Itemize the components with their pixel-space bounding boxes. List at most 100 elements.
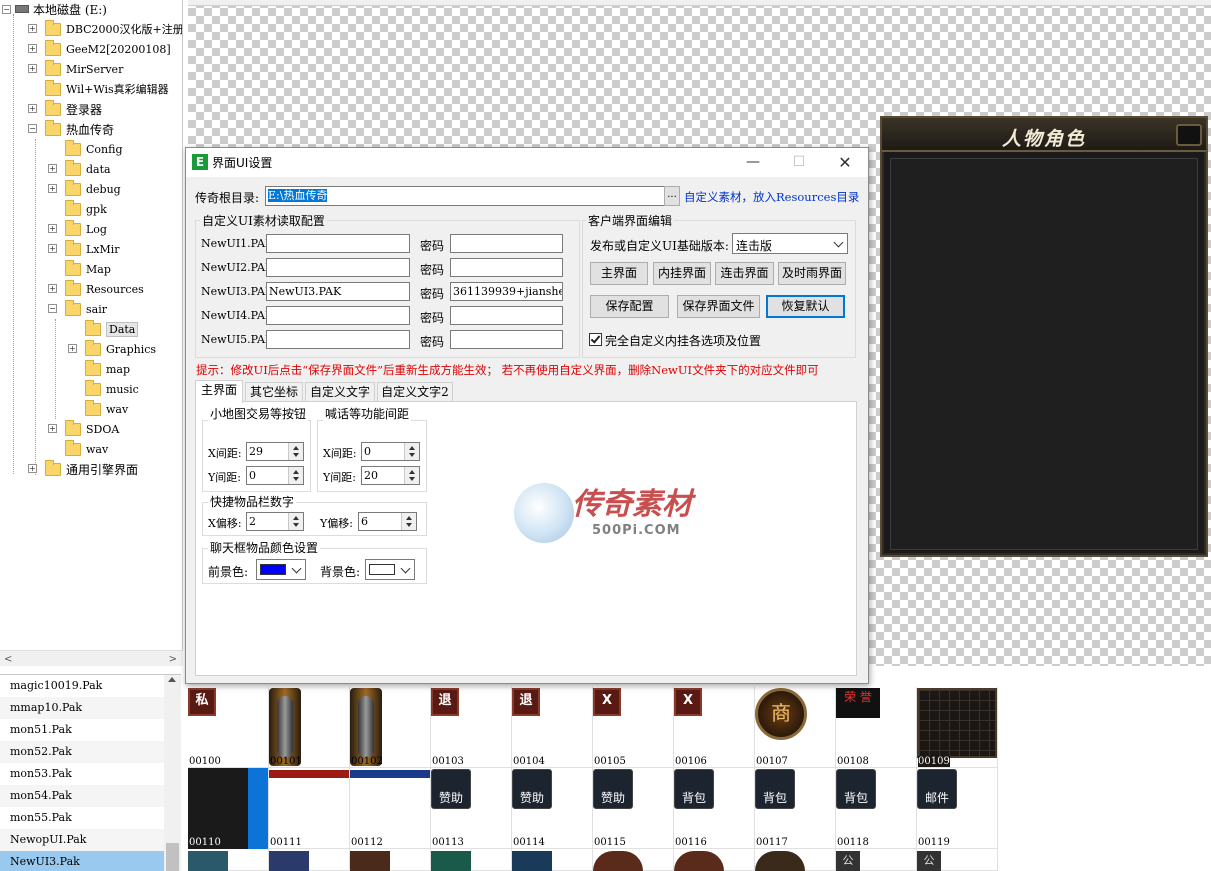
pak1-input[interactable] bbox=[266, 234, 410, 253]
sprite-cell[interactable]: 公 bbox=[836, 849, 917, 871]
minimap-x-stepper[interactable]: 29 bbox=[246, 442, 304, 461]
tree-item[interactable]: + SDOA bbox=[48, 419, 119, 438]
scroll-up-icon[interactable] bbox=[168, 677, 176, 682]
sprite-cell[interactable]: 私 00100 bbox=[188, 687, 269, 768]
tree-item[interactable]: gpk bbox=[50, 199, 107, 218]
tab-custom-text[interactable]: 自定义文字 bbox=[305, 382, 375, 402]
tab-main-ui[interactable]: 主界面 bbox=[195, 380, 243, 403]
combo-ui-button[interactable]: 连击界面 bbox=[715, 262, 774, 285]
sprite-cell[interactable]: 退 00103 bbox=[431, 687, 512, 768]
quickbar-y-stepper[interactable]: 6 bbox=[358, 512, 417, 531]
pak5-input[interactable] bbox=[266, 330, 410, 349]
background-color-select[interactable] bbox=[365, 559, 415, 580]
tree-item[interactable]: − sair bbox=[48, 299, 107, 318]
sprite-cell[interactable] bbox=[431, 849, 512, 871]
pak4-input[interactable] bbox=[266, 306, 410, 325]
tree-item[interactable]: + Graphics bbox=[68, 339, 156, 358]
spin-arrows-icon[interactable] bbox=[404, 443, 419, 460]
restore-default-button[interactable]: 恢复默认 bbox=[766, 295, 845, 318]
list-item[interactable]: mon55.Pak bbox=[0, 807, 164, 829]
tree-item[interactable]: wav bbox=[50, 439, 108, 458]
scroll-left-icon[interactable]: < bbox=[4, 654, 12, 665]
list-item-selected[interactable]: NewUI3.Pak bbox=[0, 851, 164, 871]
foreground-color-select[interactable] bbox=[256, 559, 306, 580]
tree-item[interactable]: map bbox=[70, 359, 130, 378]
sprite-cell[interactable]: 背包 00117 bbox=[755, 768, 836, 849]
pak2-password-input[interactable] bbox=[450, 258, 563, 277]
folder-tree[interactable]: − 本地磁盘 (E:) + DBC2000汉化版+注册机 + GeeM2[20200… bbox=[0, 0, 183, 650]
pak5-password-input[interactable] bbox=[450, 330, 563, 349]
shout-y-stepper[interactable]: 20 bbox=[361, 466, 420, 485]
sprite-cell[interactable]: 赞助 00115 bbox=[593, 768, 674, 849]
save-config-button[interactable]: 保存配置 bbox=[590, 295, 669, 318]
root-dir-input[interactable]: E:\热血传奇 bbox=[265, 186, 665, 206]
tab-custom-text-2[interactable]: 自定义文字2 bbox=[377, 382, 453, 402]
sprite-cell[interactable]: 退 00104 bbox=[512, 687, 593, 768]
sprite-cell[interactable] bbox=[188, 849, 269, 871]
spin-arrows-icon[interactable] bbox=[401, 513, 416, 530]
quickbar-x-stepper[interactable]: 2 bbox=[246, 512, 304, 531]
tree-item[interactable]: + 登录器 bbox=[28, 99, 102, 118]
tab-other-coords[interactable]: 其它坐标 bbox=[245, 382, 303, 402]
sprite-cell[interactable] bbox=[674, 849, 755, 871]
sprite-cell[interactable]: 00102 bbox=[350, 687, 431, 768]
tree-item[interactable]: + 通用引擎界面 bbox=[28, 459, 138, 478]
spin-arrows-icon[interactable] bbox=[288, 467, 303, 484]
custom-material-link[interactable]: 自定义素材，放入Resources目录 bbox=[684, 189, 859, 205]
tree-item[interactable]: music bbox=[70, 379, 139, 398]
sprite-cell[interactable] bbox=[593, 849, 674, 871]
sprite-cell[interactable] bbox=[269, 849, 350, 871]
list-item[interactable]: NewopUI.Pak bbox=[0, 829, 164, 851]
spin-arrows-icon[interactable] bbox=[404, 467, 419, 484]
pak-file-list[interactable]: magic10019.Pak mmap10.Pak mon51.Pak mon5… bbox=[0, 674, 181, 871]
tree-horizontal-scrollbar[interactable]: < > bbox=[0, 650, 183, 666]
pak4-password-input[interactable] bbox=[450, 306, 563, 325]
tree-item[interactable]: Config bbox=[50, 139, 123, 158]
sprite-cell[interactable]: 00110 bbox=[188, 768, 269, 849]
rain-ui-button[interactable]: 及时雨界面 bbox=[778, 262, 846, 285]
sprite-cell[interactable]: 00109 bbox=[917, 687, 998, 768]
sprite-cell[interactable]: 邮件 00119 bbox=[917, 768, 998, 849]
sprite-cell[interactable] bbox=[512, 849, 593, 871]
sprite-cell[interactable]: X 00105 bbox=[593, 687, 674, 768]
main-ui-button[interactable]: 主界面 bbox=[590, 262, 648, 285]
sprite-cell[interactable]: X 00106 bbox=[674, 687, 755, 768]
full-custom-checkbox[interactable] bbox=[589, 333, 602, 346]
sprite-cell[interactable]: 背包 00118 bbox=[836, 768, 917, 849]
tree-item[interactable]: wav bbox=[70, 399, 128, 418]
version-select[interactable]: 连击版 bbox=[732, 233, 848, 254]
browse-button[interactable]: ... bbox=[664, 186, 680, 206]
list-item[interactable]: magic10019.Pak bbox=[0, 675, 164, 697]
save-ui-file-button[interactable]: 保存界面文件 bbox=[677, 295, 760, 318]
sprite-cell[interactable]: 赞助 00113 bbox=[431, 768, 512, 849]
tree-item[interactable]: + LxMir bbox=[48, 239, 120, 258]
dialog-titlebar[interactable]: E 界面UI设置 — ☐ ✕ bbox=[186, 148, 868, 177]
tree-root[interactable]: − 本地磁盘 (E:) bbox=[2, 0, 107, 18]
list-item[interactable]: mon52.Pak bbox=[0, 741, 164, 763]
list-item[interactable]: mon51.Pak bbox=[0, 719, 164, 741]
tree-item[interactable]: Map bbox=[50, 259, 111, 278]
sprite-cell[interactable] bbox=[755, 849, 836, 871]
sprite-cell[interactable]: 公 bbox=[917, 849, 998, 871]
close-icon[interactable]: ✕ bbox=[822, 148, 868, 177]
tree-item[interactable]: + Resources bbox=[48, 279, 144, 298]
tree-item[interactable]: + MirServer bbox=[28, 59, 123, 78]
sprite-cell[interactable]: 00101 bbox=[269, 687, 350, 768]
list-item[interactable]: mon54.Pak bbox=[0, 785, 164, 807]
spin-arrows-icon[interactable] bbox=[288, 513, 303, 530]
minimap-y-stepper[interactable]: 0 bbox=[246, 466, 304, 485]
pak3-input[interactable]: NewUI3.PAK bbox=[266, 282, 410, 301]
tree-item-data[interactable]: Data bbox=[70, 319, 139, 338]
shout-x-stepper[interactable]: 0 bbox=[361, 442, 420, 461]
sprite-cell[interactable] bbox=[350, 849, 431, 871]
spin-arrows-icon[interactable] bbox=[288, 443, 303, 460]
sprite-cell[interactable]: 背包 00116 bbox=[674, 768, 755, 849]
pak1-password-input[interactable] bbox=[450, 234, 563, 253]
scroll-right-icon[interactable]: > bbox=[169, 654, 177, 665]
sprite-cell[interactable]: 赞助 00114 bbox=[512, 768, 593, 849]
tree-item[interactable]: Wil+Wis真彩编辑器 bbox=[30, 79, 169, 98]
sprite-cell[interactable]: 荣 誉 00108 bbox=[836, 687, 917, 768]
sprite-cell[interactable]: 商 00107 bbox=[755, 687, 836, 768]
tree-item[interactable]: + Log bbox=[48, 219, 107, 238]
tree-item[interactable]: + DBC2000汉化版+注册机 bbox=[28, 19, 182, 38]
